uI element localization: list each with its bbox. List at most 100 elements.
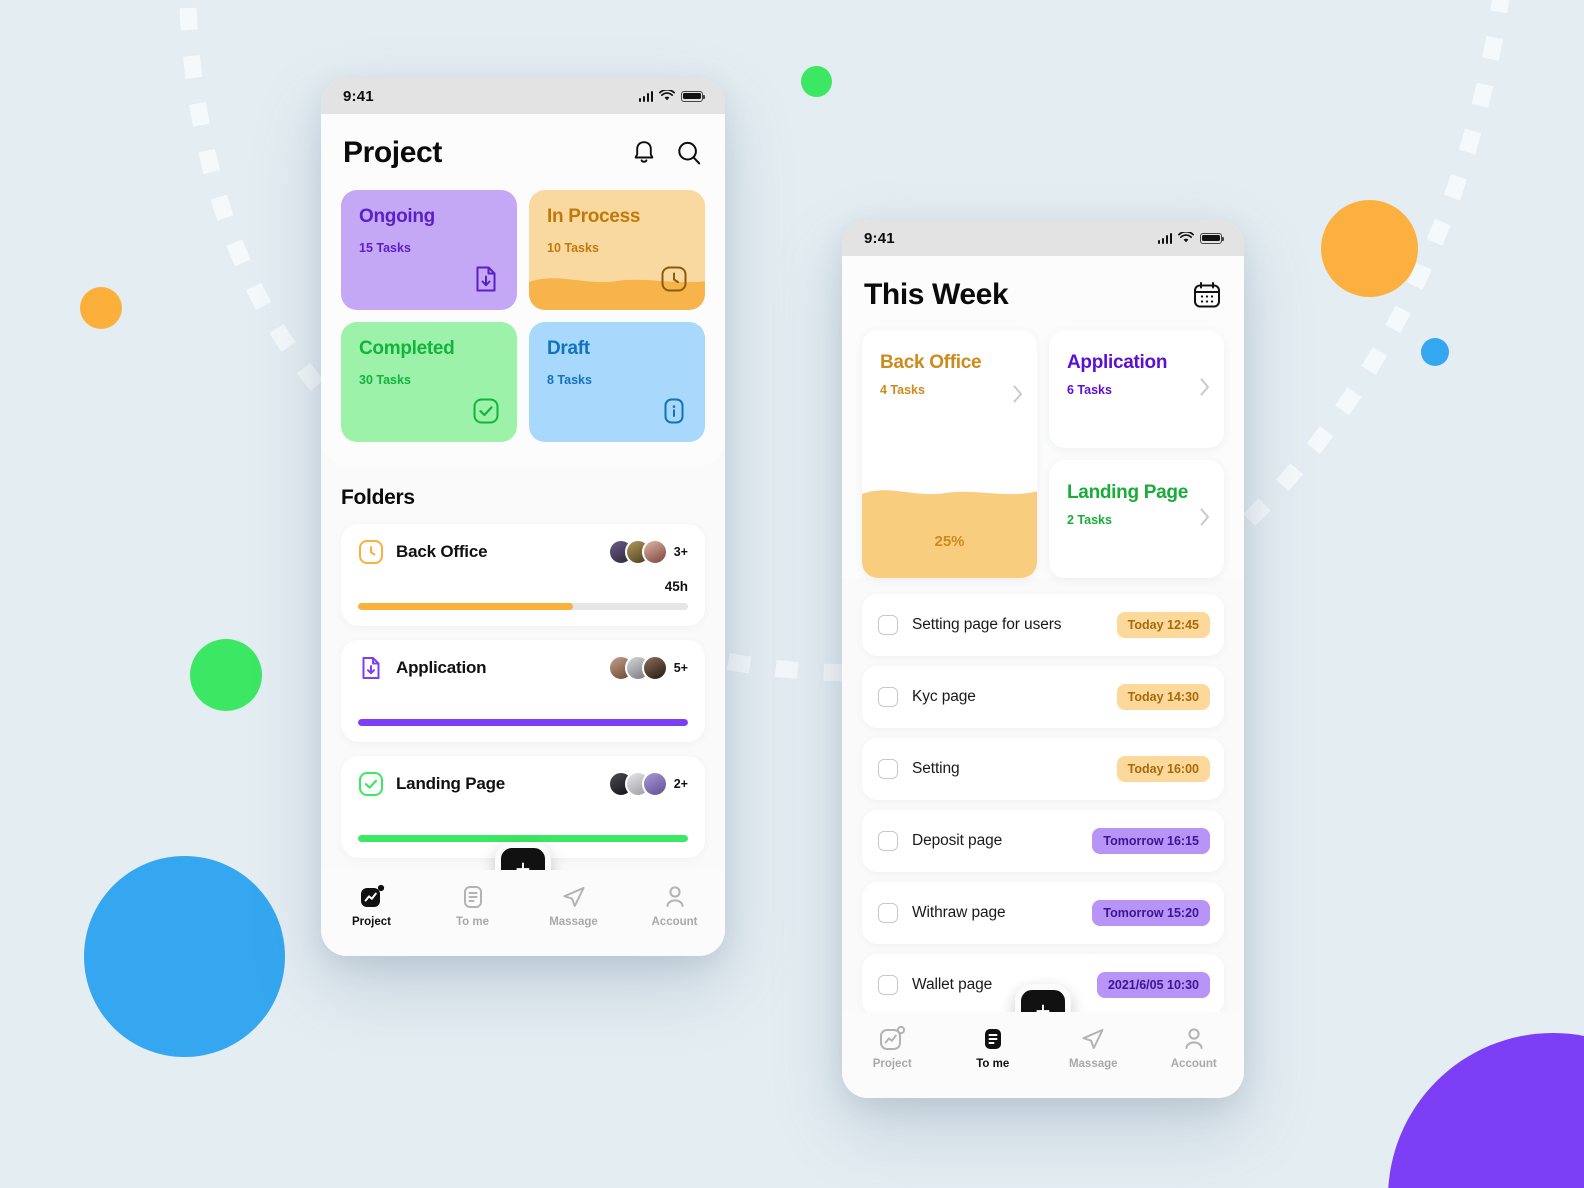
task-due-badge: 2021/6/05 10:30 <box>1096 972 1210 998</box>
folder-card-application[interactable]: Application 5+ <box>341 640 705 742</box>
tab-account[interactable]: Account <box>624 884 725 928</box>
tab-to-me[interactable]: To me <box>943 1026 1044 1070</box>
week-cards-grid: Back Office 4 Tasks 25% Application 6 Ta… <box>842 330 1244 578</box>
orange-dot-small <box>80 287 122 329</box>
tab-to-me[interactable]: To me <box>422 884 523 928</box>
week-card-name: Landing Page <box>1067 482 1188 503</box>
week-card-landing-page[interactable]: Landing Page 2 Tasks <box>1049 460 1224 578</box>
task-checkbox[interactable] <box>878 687 898 707</box>
folder-name: Landing Page <box>396 774 506 793</box>
wifi-icon <box>1178 232 1194 243</box>
week-card-application[interactable]: Application 6 Tasks <box>1049 330 1224 448</box>
folder-hours: 45h <box>664 579 688 594</box>
battery-icon <box>681 90 705 102</box>
page-title: This Week <box>864 278 1009 311</box>
task-checkbox[interactable] <box>878 903 898 923</box>
stat-label: Completed <box>359 338 455 359</box>
status-bar: 9:41 <box>321 78 725 114</box>
tab-label: Massage <box>549 916 598 928</box>
send-icon <box>1080 1026 1106 1052</box>
check-square-icon <box>473 398 499 424</box>
week-card-back-office[interactable]: Back Office 4 Tasks 25% <box>862 330 1037 578</box>
chevron-right-icon <box>1013 385 1022 403</box>
folder-name: Application <box>396 658 487 677</box>
task-item[interactable]: Setting page for users Today 12:45 <box>862 594 1224 656</box>
stat-cards-section: Ongoing 15 Tasks In Process 10 Tasks Com… <box>321 170 725 466</box>
stat-count: 15 Tasks <box>359 241 411 255</box>
task-due-badge: Tomorrow 15:20 <box>1092 900 1210 926</box>
wifi-icon <box>659 90 675 101</box>
task-checkbox[interactable] <box>878 975 898 995</box>
task-item[interactable]: Deposit page Tomorrow 16:15 <box>862 810 1224 872</box>
clock-icon <box>661 266 687 292</box>
folders-title: Folders <box>341 486 415 509</box>
tab-project[interactable]: Project <box>842 1025 943 1070</box>
status-time: 9:41 <box>343 87 374 105</box>
avatar-more-count: 5+ <box>673 661 688 675</box>
stat-count: 8 Tasks <box>547 373 592 387</box>
stat-card-in-process[interactable]: In Process 10 Tasks <box>529 190 705 310</box>
chevron-right-icon <box>1200 508 1209 526</box>
stat-label: Draft <box>547 338 590 359</box>
check-square-icon <box>359 772 383 796</box>
task-name: Withraw page <box>912 904 1006 921</box>
tab-massage[interactable]: Massage <box>1043 1026 1144 1070</box>
bottom-nav: Project To me Massage Account <box>842 1012 1244 1098</box>
status-bar: 9:41 <box>842 220 1244 256</box>
folder-card-back-office[interactable]: Back Office 3+ 45h <box>341 524 705 626</box>
avatar-group <box>607 771 668 797</box>
tab-label: Massage <box>1068 1058 1118 1070</box>
chart-square-icon <box>359 884 385 910</box>
week-card-count: 2 Tasks <box>1067 513 1112 527</box>
calendar-icon[interactable] <box>1192 280 1222 310</box>
task-checkbox[interactable] <box>878 615 898 635</box>
task-item[interactable]: Kyc page Today 14:30 <box>862 666 1224 728</box>
stat-count: 10 Tasks <box>547 241 599 255</box>
search-icon[interactable] <box>675 139 703 167</box>
green-dot-small <box>801 66 832 97</box>
phone-mockup-this-week: 9:41 This Week Back Office 4 Tasks 25% A… <box>842 220 1244 1098</box>
week-card-percent: 25% <box>934 533 965 550</box>
folder-name: Back Office <box>396 542 488 561</box>
task-name: Setting <box>912 760 960 777</box>
task-due-badge: Today 12:45 <box>1116 612 1210 638</box>
tab-label: Account <box>1170 1058 1217 1070</box>
task-due-badge: Today 14:30 <box>1116 684 1210 710</box>
wave-fill <box>862 490 1037 578</box>
info-square-icon <box>664 398 684 424</box>
week-card-count: 6 Tasks <box>1067 383 1112 397</box>
task-name: Wallet page <box>912 976 993 993</box>
orange-circle-large <box>1321 200 1418 297</box>
send-icon <box>561 884 587 910</box>
stat-card-ongoing[interactable]: Ongoing 15 Tasks <box>341 190 517 310</box>
stat-card-draft[interactable]: Draft 8 Tasks <box>529 322 705 442</box>
progress-bar <box>358 719 688 726</box>
bell-icon[interactable] <box>631 139 657 167</box>
task-due-badge: Today 16:00 <box>1116 756 1210 782</box>
bottom-nav: Project To me Massage Account <box>321 870 725 956</box>
person-icon <box>662 884 688 910</box>
folder-hours <box>358 811 688 827</box>
stat-grid: Ongoing 15 Tasks In Process 10 Tasks Com… <box>341 190 705 442</box>
app-header: Project <box>321 114 725 170</box>
tab-massage[interactable]: Massage <box>523 884 624 928</box>
file-download-icon <box>362 657 380 679</box>
task-item[interactable]: Setting Today 16:00 <box>862 738 1224 800</box>
avatar <box>641 655 668 681</box>
tab-project[interactable]: Project <box>321 884 422 928</box>
tab-label: Account <box>651 916 698 928</box>
stat-card-completed[interactable]: Completed 30 Tasks <box>341 322 517 442</box>
green-circle-medium <box>190 639 262 711</box>
task-item[interactable]: Withraw page Tomorrow 15:20 <box>862 882 1224 944</box>
file-download-icon <box>476 266 496 292</box>
chevron-right-icon <box>1200 378 1209 396</box>
tab-label: Project <box>352 916 391 928</box>
task-checkbox[interactable] <box>878 759 898 779</box>
task-checkbox[interactable] <box>878 831 898 851</box>
progress-bar <box>358 603 688 610</box>
stat-label: In Process <box>547 206 641 227</box>
week-card-count: 4 Tasks <box>880 383 925 397</box>
tab-account[interactable]: Account <box>1144 1026 1245 1070</box>
week-card-name: Application <box>1067 352 1168 373</box>
tab-label: To me <box>455 916 489 928</box>
